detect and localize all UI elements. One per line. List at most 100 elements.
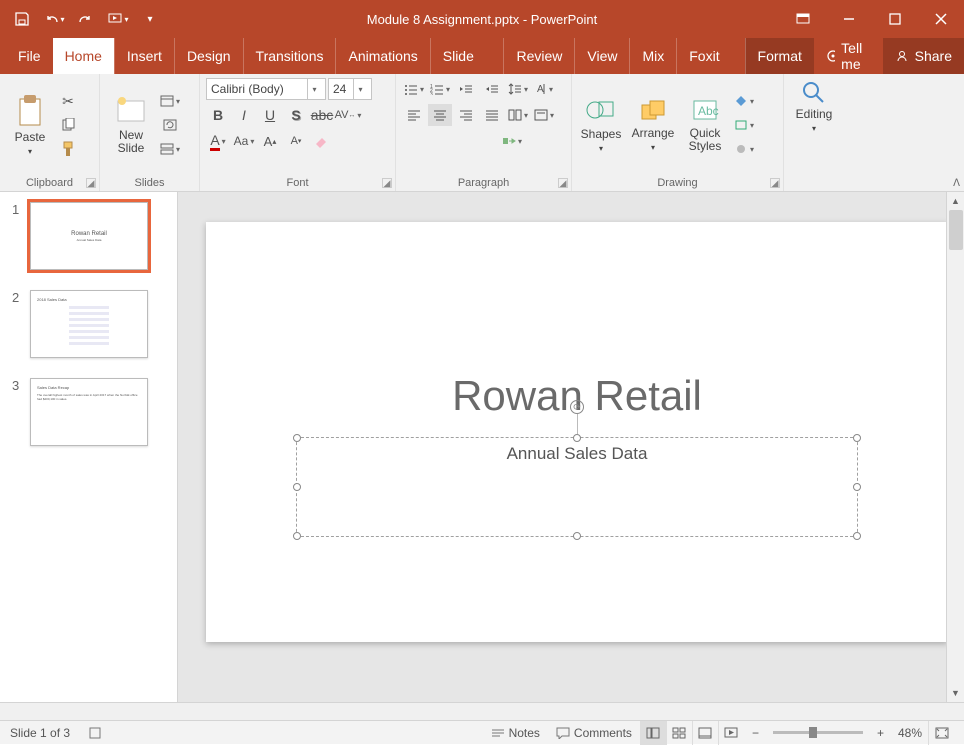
thumb-slide-3[interactable]: Sales Data Recap The overall highest mon… — [30, 378, 148, 446]
tab-slideshow[interactable]: Slide Show — [430, 38, 504, 74]
justify-icon[interactable] — [480, 104, 504, 126]
resize-handle[interactable] — [293, 532, 301, 540]
increase-indent-icon[interactable] — [480, 78, 504, 100]
tab-foxit[interactable]: Foxit PDF — [676, 38, 744, 74]
section-icon[interactable] — [158, 138, 182, 160]
thumb-slide-1[interactable]: Rowan Retail Annual Sales Data — [30, 202, 148, 270]
redo-icon[interactable] — [72, 5, 100, 33]
zoom-slider[interactable] — [773, 731, 863, 734]
columns-icon[interactable] — [506, 104, 530, 126]
new-slide-button[interactable]: New Slide — [106, 93, 156, 155]
format-painter-icon[interactable] — [56, 138, 80, 160]
scroll-up-icon[interactable]: ▲ — [947, 192, 964, 210]
tell-me[interactable]: Tell me — [814, 38, 883, 74]
change-case-icon[interactable]: Aa — [232, 130, 256, 152]
resize-handle[interactable] — [293, 483, 301, 491]
tab-review[interactable]: Review — [503, 38, 574, 74]
align-text-icon[interactable] — [532, 104, 556, 126]
text-direction-icon[interactable]: A — [532, 78, 556, 100]
resize-handle[interactable] — [573, 532, 581, 540]
rotate-handle-icon[interactable]: ⟳ — [570, 400, 584, 414]
scroll-down-icon[interactable]: ▼ — [947, 684, 964, 702]
italic-icon[interactable]: I — [232, 104, 256, 126]
font-size-combo[interactable]: 24▾ — [328, 78, 372, 100]
share-button[interactable]: Share — [883, 38, 964, 74]
clipboard-launcher-icon[interactable]: ◢ — [86, 178, 96, 188]
paste-button[interactable]: Paste▾ — [6, 91, 54, 158]
line-spacing-icon[interactable] — [506, 78, 530, 100]
bullets-icon[interactable] — [402, 78, 426, 100]
strikethrough-icon[interactable]: abc — [310, 104, 334, 126]
editing-button[interactable]: Editing▾ — [790, 78, 838, 135]
bold-icon[interactable]: B — [206, 104, 230, 126]
fit-to-window-icon[interactable] — [928, 721, 954, 745]
shape-effects-icon[interactable] — [732, 138, 756, 160]
ribbon-display-icon[interactable] — [780, 0, 826, 38]
paragraph-launcher-icon[interactable]: ◢ — [558, 178, 568, 188]
align-center-icon[interactable] — [428, 104, 452, 126]
grow-font-icon[interactable]: A▴ — [258, 130, 282, 152]
sorter-view-icon[interactable] — [666, 721, 692, 745]
normal-view-icon[interactable] — [640, 721, 666, 745]
comments-button[interactable]: Comments — [548, 721, 640, 745]
smartart-icon[interactable] — [500, 130, 524, 152]
tab-insert[interactable]: Insert — [114, 38, 174, 74]
tab-view[interactable]: View — [574, 38, 629, 74]
clear-formatting-icon[interactable] — [310, 130, 334, 152]
tab-mix[interactable]: Mix — [629, 38, 676, 74]
scroll-thumb[interactable] — [949, 210, 963, 250]
spell-check-icon[interactable] — [80, 721, 110, 745]
shape-outline-icon[interactable] — [732, 114, 756, 136]
font-name-combo[interactable]: Calibri (Body)▾ — [206, 78, 326, 100]
slide-canvas[interactable]: Rowan Retail ⟳ Annual Sales Data ▲ ▼ ⏶ ⏷ — [178, 192, 964, 720]
subtitle-placeholder[interactable]: ⟳ Annual Sales Data — [296, 437, 858, 537]
tab-animations[interactable]: Animations — [335, 38, 429, 74]
cut-icon[interactable]: ✂ — [56, 90, 80, 112]
reading-view-icon[interactable] — [692, 721, 718, 745]
save-icon[interactable] — [8, 5, 36, 33]
vertical-scrollbar[interactable]: ▲ ▼ ⏶ ⏷ — [946, 192, 964, 720]
close-icon[interactable] — [918, 0, 964, 38]
drawing-launcher-icon[interactable]: ◢ — [770, 178, 780, 188]
font-color-icon[interactable]: A — [206, 130, 230, 152]
numbering-icon[interactable]: 123 — [428, 78, 452, 100]
shape-fill-icon[interactable] — [732, 90, 756, 112]
minimize-icon[interactable] — [826, 0, 872, 38]
collapse-ribbon-icon[interactable]: ᐱ — [953, 178, 960, 189]
reset-icon[interactable] — [158, 114, 182, 136]
arrange-button[interactable]: Arrange▾ — [628, 95, 678, 154]
underline-icon[interactable]: U — [258, 104, 282, 126]
shrink-font-icon[interactable]: A▾ — [284, 130, 308, 152]
resize-handle[interactable] — [573, 434, 581, 442]
tab-design[interactable]: Design — [174, 38, 243, 74]
decrease-indent-icon[interactable] — [454, 78, 478, 100]
slide[interactable]: Rowan Retail ⟳ Annual Sales Data — [206, 222, 948, 642]
tab-transitions[interactable]: Transitions — [243, 38, 336, 74]
tab-file[interactable]: File — [6, 38, 53, 74]
align-right-icon[interactable] — [454, 104, 478, 126]
zoom-out-icon[interactable]: − — [744, 721, 767, 745]
zoom-level[interactable]: 48% — [892, 726, 928, 740]
layout-icon[interactable] — [158, 90, 182, 112]
horizontal-scrollbar[interactable] — [0, 702, 964, 720]
tab-home[interactable]: Home — [53, 38, 114, 74]
resize-handle[interactable] — [853, 483, 861, 491]
start-from-beginning-icon[interactable]: ▾ — [104, 5, 132, 33]
resize-handle[interactable] — [293, 434, 301, 442]
align-left-icon[interactable] — [402, 104, 426, 126]
zoom-in-icon[interactable]: + — [869, 721, 892, 745]
shapes-button[interactable]: Shapes▾ — [578, 94, 624, 155]
font-launcher-icon[interactable]: ◢ — [382, 178, 392, 188]
qat-customize-icon[interactable]: ▾ — [136, 5, 164, 33]
notes-button[interactable]: Notes — [483, 721, 548, 745]
thumb-slide-2[interactable]: 2018 Sales Data — [30, 290, 148, 358]
quick-styles-button[interactable]: Abc Quick Styles — [682, 95, 728, 153]
char-spacing-icon[interactable]: AV↔ — [336, 104, 360, 126]
undo-icon[interactable]: ▾ — [40, 5, 68, 33]
resize-handle[interactable] — [853, 532, 861, 540]
tab-format[interactable]: Format — [745, 38, 814, 74]
resize-handle[interactable] — [853, 434, 861, 442]
copy-icon[interactable] — [56, 114, 80, 136]
maximize-icon[interactable] — [872, 0, 918, 38]
slideshow-view-icon[interactable] — [718, 721, 744, 745]
